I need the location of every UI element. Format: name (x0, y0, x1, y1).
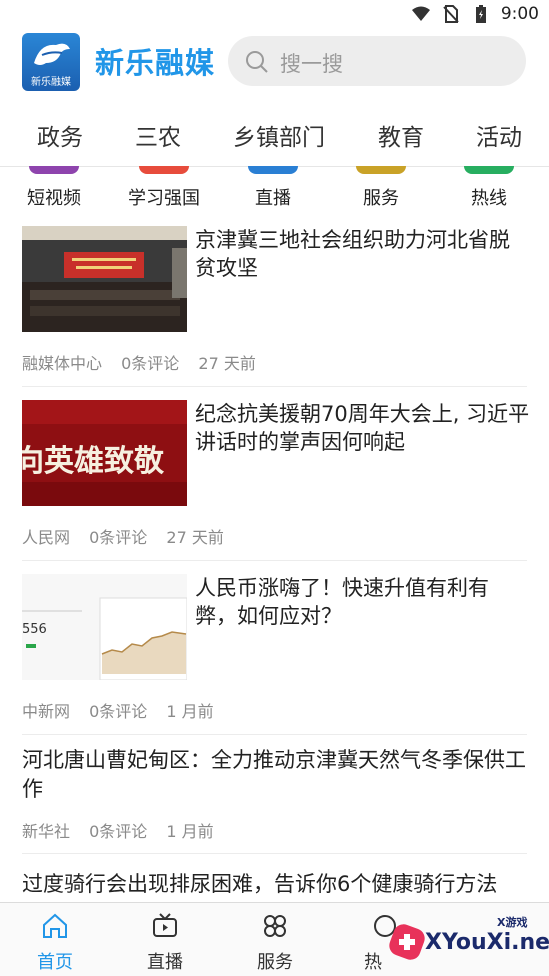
news-item[interactable]: 京津冀三地社会组织助力河北省脱贫攻坚 融媒体中心 0条评论 27 天前 (22, 226, 527, 374)
battery-icon (475, 5, 486, 23)
news-title: 京津冀三地社会组织助力河北省脱贫攻坚 (195, 228, 510, 280)
news-time: 27 天前 (166, 528, 224, 547)
search-icon (246, 51, 268, 73)
news-title: 人民币涨嗨了！快速升值有利有弊，如何应对？ (195, 576, 489, 628)
nav-services[interactable]: 服务 (240, 911, 310, 974)
news-divider (22, 386, 527, 387)
news-source: 融媒体中心 (22, 354, 103, 373)
status-bar: 9:00 (0, 0, 549, 30)
news-thumb-caption: 向英雄致敬 (22, 444, 164, 479)
quick-live[interactable]: 直播 (248, 166, 298, 210)
live-icon (248, 166, 298, 174)
bottom-nav: 首页 直播 服务 热 X游戏 XYouXi.net (0, 902, 549, 976)
news-meta: 中新网 0条评论 1 月前 (22, 698, 228, 722)
news-time: 1 月前 (166, 822, 214, 841)
news-time: 1 月前 (166, 702, 214, 721)
category-tabs: 政务 三农 乡镇部门 教育 活动 (0, 110, 549, 162)
news-item[interactable]: 过度骑行会出现排尿困难，告诉你6个健康骑行方法 (22, 870, 527, 902)
horse-logo-icon (34, 43, 70, 65)
tab-township[interactable]: 乡镇部门 (233, 118, 325, 152)
news-title: 纪念抗美援朝70周年大会上, 习近平讲话时的掌声因何响起 (195, 402, 530, 454)
quick-entries: 短视频 学习强国 直播 服务 热线 (0, 166, 549, 216)
hotline-icon (464, 166, 514, 174)
news-meta: 融媒体中心 0条评论 27 天前 (22, 350, 270, 374)
news-comments: 0条评论 (89, 528, 148, 547)
news-time: 27 天前 (198, 354, 256, 373)
news-source: 新华社 (22, 822, 71, 841)
nav-home[interactable]: 首页 (20, 911, 90, 974)
news-meta: 人民网 0条评论 27 天前 (22, 524, 238, 548)
services-entry-icon (356, 166, 406, 174)
news-divider (22, 853, 527, 854)
news-title: 河北唐山曹妃甸区：全力推动京津冀天然气冬季保供工作 (22, 748, 526, 801)
tab-activities[interactable]: 活动 (476, 118, 522, 152)
app-title: 新乐融媒 (95, 46, 216, 80)
news-divider (22, 560, 527, 561)
app-logo: 新乐融媒 (22, 33, 80, 91)
logo-label: 新乐融媒 (31, 77, 71, 88)
app-header: 新乐融媒 新乐融媒 搜一搜 (0, 30, 549, 94)
news-thumbnail: 向英雄致敬 (22, 400, 187, 506)
tv-icon (153, 913, 177, 937)
gamepad-logo-icon (389, 924, 425, 960)
news-divider (22, 734, 527, 735)
news-comments: 0条评论 (121, 354, 180, 373)
wifi-icon (411, 6, 430, 21)
news-comments: 0条评论 (89, 702, 148, 721)
search-placeholder: 搜一搜 (280, 52, 343, 76)
services-icon (264, 915, 286, 937)
news-title: 过度骑行会出现排尿困难，告诉你6个健康骑行方法 (22, 872, 498, 896)
tab-government[interactable]: 政务 (37, 118, 83, 152)
search-bar[interactable]: 搜一搜 (228, 36, 526, 86)
news-meta: 新华社 0条评论 1 月前 (22, 818, 228, 842)
quick-services[interactable]: 服务 (356, 166, 406, 210)
home-icon (43, 913, 67, 938)
quick-xuexi-qiangguo[interactable]: 学习强国 (126, 166, 202, 210)
no-sim-icon (443, 5, 459, 23)
short-video-icon (29, 166, 79, 174)
news-item[interactable]: 向英雄致敬 纪念抗美援朝70周年大会上, 习近平讲话时的掌声因何响起 人民网 0… (22, 400, 530, 548)
news-comments: 0条评论 (89, 822, 148, 841)
status-time: 9:00 (500, 4, 539, 24)
quick-short-video[interactable]: 短视频 (22, 166, 86, 210)
xuexi-icon (139, 166, 189, 174)
news-thumbnail: 556 (22, 574, 187, 680)
quick-hotline[interactable]: 热线 (464, 166, 514, 210)
tab-agriculture[interactable]: 三农 (135, 118, 181, 152)
news-source: 中新网 (22, 702, 71, 721)
tab-education[interactable]: 教育 (378, 118, 424, 152)
news-source: 人民网 (22, 528, 71, 547)
news-thumbnail (22, 226, 187, 332)
news-item[interactable]: 556 人民币涨嗨了！快速升值有利有弊，如何应对？ 中新网 0条评论 1 月前 (22, 574, 527, 722)
news-thumb-number: 556 (22, 622, 47, 637)
nav-live[interactable]: 直播 (130, 911, 200, 974)
site-watermark: X游戏 XYouXi.net (385, 908, 549, 970)
news-item[interactable]: 河北唐山曹妃甸区：全力推动京津冀天然气冬季保供工作 新华社 0条评论 1 月前 (22, 746, 527, 842)
